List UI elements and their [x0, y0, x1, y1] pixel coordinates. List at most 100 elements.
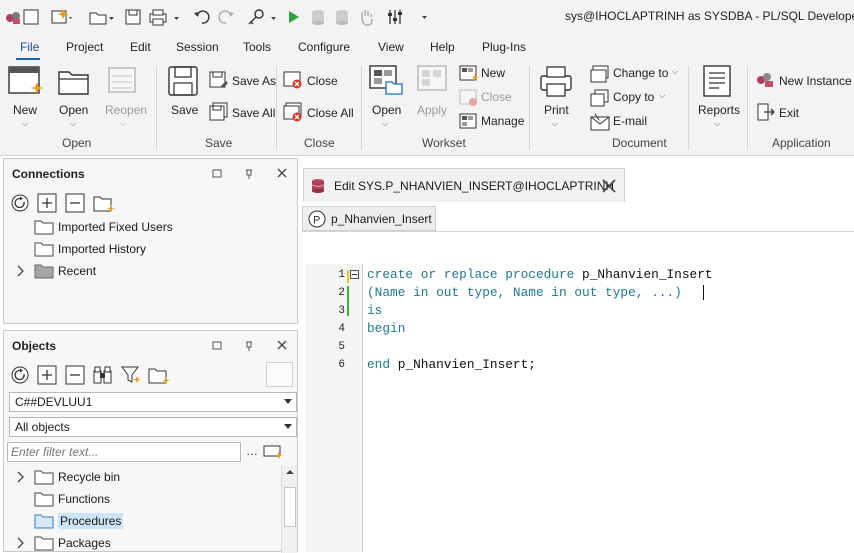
code-line-4[interactable]: begin [367, 321, 405, 336]
document-tab[interactable]: Edit SYS.P_NHANVIEN_INSERT@IHOCLAPTRINH [303, 168, 625, 202]
refresh-icon[interactable] [10, 193, 30, 213]
email-button[interactable]: E-mail [613, 114, 647, 128]
workset-new-icon[interactable] [458, 64, 480, 84]
restore-icon[interactable] [212, 167, 222, 179]
tree-item-imported-history[interactable]: Imported History [34, 239, 146, 259]
copy-to-button[interactable]: Copy to [613, 90, 654, 104]
new-folder-icon[interactable] [92, 193, 116, 213]
expand-chevron-icon[interactable] [14, 264, 28, 278]
new-caret-icon[interactable]: ⌵ [22, 119, 28, 129]
pin-icon[interactable] [244, 167, 254, 179]
new-icon[interactable] [6, 64, 44, 98]
menu-project[interactable]: Project [66, 40, 103, 54]
remove-icon[interactable] [65, 193, 85, 213]
print-large-icon[interactable] [538, 64, 574, 98]
program-unit-tab[interactable]: P p_Nhanvien_Insert [302, 206, 436, 231]
close-panel-icon[interactable] [276, 339, 288, 351]
expand-chevron-icon[interactable] [14, 470, 28, 484]
menu-file[interactable]: File [20, 40, 39, 54]
workset-open-caret-icon[interactable]: ⌵ [382, 119, 388, 129]
close-all-button[interactable]: Close All [307, 106, 354, 120]
fold-collapse-icon[interactable] [350, 270, 359, 279]
menu-edit[interactable]: Edit [130, 40, 151, 54]
pin-icon[interactable] [244, 339, 254, 351]
menu-plugins[interactable]: Plug-Ins [482, 40, 526, 54]
new-instance-button[interactable]: New Instance [779, 74, 852, 88]
save-all-icon[interactable] [208, 102, 230, 122]
new-window-icon[interactable] [50, 6, 74, 28]
execute-icon[interactable] [286, 6, 302, 28]
copy-to-icon[interactable] [589, 88, 611, 108]
change-to-caret-icon[interactable]: ⌵ [672, 67, 678, 77]
find-objects-icon[interactable] [92, 365, 114, 385]
menu-configure[interactable]: Configure [298, 40, 350, 54]
filter-icon[interactable] [120, 365, 142, 385]
expand-chevron-icon[interactable] [14, 536, 28, 550]
close-panel-icon[interactable] [276, 167, 288, 179]
copy-to-caret-icon[interactable]: ⌵ [659, 91, 665, 101]
close-doc-icon[interactable] [282, 70, 306, 90]
change-to-icon[interactable] [589, 64, 611, 84]
open-button[interactable]: Open [59, 103, 88, 117]
save-large-icon[interactable] [166, 64, 200, 98]
blank-window-icon[interactable] [22, 6, 40, 28]
exit-icon[interactable] [755, 102, 777, 122]
workset-new-button[interactable]: New [481, 66, 505, 80]
menu-tools[interactable]: Tools [243, 40, 271, 54]
tree-item-imported-fixed-users[interactable]: Imported Fixed Users [34, 217, 173, 237]
redo-icon[interactable] [216, 6, 236, 28]
workset-manage-icon[interactable] [458, 112, 480, 132]
tree-item-functions[interactable]: Functions [34, 489, 110, 509]
close-all-icon[interactable] [282, 102, 306, 122]
new-folder-icon[interactable] [147, 365, 171, 385]
add-icon[interactable] [37, 365, 57, 385]
open-icon[interactable] [56, 64, 92, 98]
reports-caret-icon[interactable]: ⌵ [714, 119, 720, 129]
tree-item-packages[interactable]: Packages [14, 533, 111, 553]
email-icon[interactable] [589, 112, 611, 132]
reports-button[interactable]: Reports [698, 103, 740, 117]
scrollbar-thumb[interactable] [284, 487, 296, 527]
filter-text-input[interactable] [7, 442, 241, 462]
remove-icon[interactable] [65, 365, 85, 385]
workset-manage-button[interactable]: Manage [481, 114, 524, 128]
change-to-button[interactable]: Change to [613, 66, 668, 80]
connect-key-icon[interactable] [246, 6, 280, 28]
save-as-button[interactable]: Save As [232, 74, 276, 88]
object-type-select[interactable]: All objects [9, 417, 297, 437]
tree-scrollbar[interactable] [281, 465, 297, 553]
new-instance-icon[interactable] [755, 70, 777, 90]
print-caret-icon[interactable]: ⌵ [552, 119, 558, 129]
close-button[interactable]: Close [307, 74, 338, 88]
save-all-button[interactable]: Save All [232, 106, 275, 120]
refresh-icon[interactable] [10, 365, 30, 385]
open-caret-icon[interactable]: ⌵ [70, 119, 76, 129]
exit-button[interactable]: Exit [779, 106, 799, 120]
save-button[interactable]: Save [171, 103, 198, 117]
add-icon[interactable] [37, 193, 57, 213]
undo-icon[interactable] [192, 6, 212, 28]
close-tab-icon[interactable] [600, 177, 618, 195]
code-line-6[interactable]: end p_Nhanvien_Insert; [367, 357, 536, 372]
restore-icon[interactable] [212, 339, 222, 351]
print-button[interactable]: Print [544, 103, 569, 117]
save-as-icon[interactable] [208, 70, 230, 90]
workset-open-button[interactable]: Open [372, 103, 401, 117]
new-button[interactable]: New [13, 103, 37, 117]
save-icon[interactable] [124, 6, 142, 28]
code-line-3[interactable]: is [367, 303, 382, 318]
preferences-sliders-icon[interactable] [386, 6, 404, 28]
menu-session[interactable]: Session [176, 40, 219, 54]
code-line-2[interactable]: (Name in out type, Name in out type, ...… [367, 285, 682, 300]
print-icon[interactable] [148, 6, 182, 28]
scroll-up-icon[interactable] [282, 465, 298, 479]
reports-icon[interactable] [700, 64, 736, 98]
menu-help[interactable]: Help [430, 40, 455, 54]
open-folder-icon[interactable] [88, 6, 116, 28]
code-line-1[interactable]: create or replace procedure p_Nhanvien_I… [367, 267, 713, 282]
user-select[interactable]: C##DEVLUU1 [9, 392, 297, 412]
workset-open-icon[interactable] [368, 64, 406, 98]
customize-dropdown-icon[interactable] [420, 6, 430, 28]
save-filter-icon[interactable] [262, 443, 284, 461]
tree-item-procedures[interactable]: Procedures [34, 511, 124, 531]
